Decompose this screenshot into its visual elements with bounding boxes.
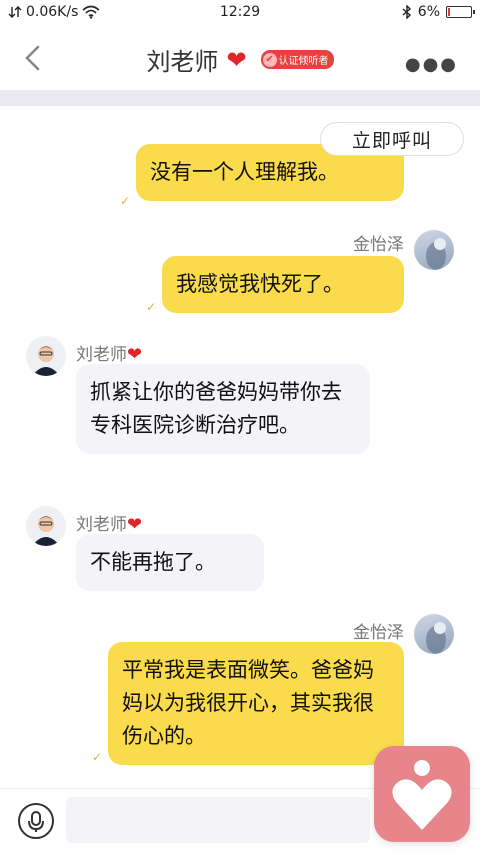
certified-badge: ✔ 认证倾听者 [260, 50, 334, 69]
message-text: 平常我是表面微笑。爸爸妈妈以为我很开心，其实我很伤心的。 [122, 658, 374, 748]
read-tick-icon: ✓ [92, 750, 103, 764]
page-title: 刘老师 [146, 48, 219, 76]
sender-name: 刘老师❤ [76, 514, 143, 535]
bluetooth-icon [402, 5, 411, 19]
avatar[interactable] [26, 506, 66, 546]
message-bubble[interactable]: 抓紧让你的爸爸妈妈带你去专科医院诊断治疗吧。 [76, 364, 370, 454]
message-list[interactable]: 没有一个人理解我。 ✓ 立即呼叫 金怡泽 我感觉我快死了。 ✓ 刘老师❤ 抓紧让… [0, 106, 480, 788]
header-divider [0, 90, 480, 106]
message-bubble[interactable]: 我感觉我快死了。 [162, 256, 404, 313]
heart-icon: ❤ [127, 344, 143, 365]
more-icon[interactable]: ●●● [405, 54, 458, 75]
message-text: 我感觉我快死了。 [176, 272, 344, 296]
battery-percent: 6% [417, 4, 440, 20]
badge-label: 认证倾听者 [278, 56, 329, 67]
message-input[interactable] [66, 797, 370, 843]
heart-icon: ❤ [127, 514, 143, 535]
sender-name: 刘老师❤ [76, 344, 143, 365]
status-bar: 0.06K/s 12:29 6% [0, 0, 480, 26]
battery-icon [446, 6, 475, 18]
heart-icon: ❤ [226, 45, 247, 74]
message-text: 没有一个人理解我。 [150, 160, 339, 184]
read-tick-icon: ✓ [120, 194, 131, 208]
message-text: 抓紧让你的爸爸妈妈带你去专科医院诊断治疗吧。 [90, 380, 342, 437]
avatar[interactable] [414, 614, 454, 654]
avatar[interactable] [414, 230, 454, 270]
avatar[interactable] [26, 336, 66, 376]
message-bubble[interactable]: 平常我是表面微笑。爸爸妈妈以为我很开心，其实我很伤心的。 [108, 642, 404, 765]
chat-header: 刘老师 ❤ ✔ 认证倾听者 ●●● [0, 26, 480, 90]
sender-name: 金怡泽 [353, 623, 404, 643]
sender-name: 金怡泽 [353, 235, 404, 255]
verified-icon: ✔ [262, 52, 277, 67]
call-now-button[interactable]: 立即呼叫 [320, 122, 464, 156]
message-bubble[interactable]: 不能再拖了。 [76, 534, 264, 591]
heart-person-icon[interactable] [374, 746, 470, 842]
microphone-icon[interactable] [18, 803, 54, 839]
read-tick-icon: ✓ [146, 300, 157, 314]
message-text: 不能再拖了。 [90, 550, 216, 574]
